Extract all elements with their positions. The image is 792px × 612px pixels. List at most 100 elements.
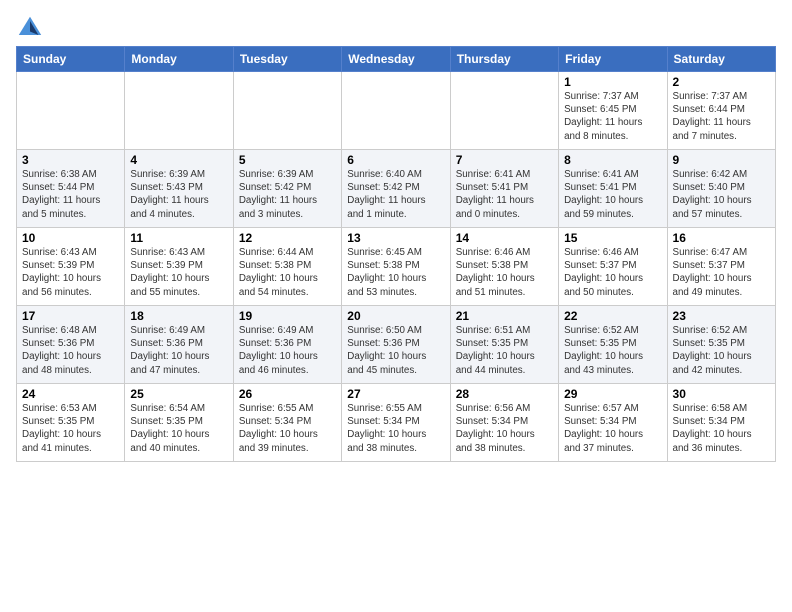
day-number-20: 20 bbox=[347, 309, 444, 323]
day-info-8: Sunrise: 6:41 AM Sunset: 5:41 PM Dayligh… bbox=[564, 168, 661, 221]
day-cell-27: 27Sunrise: 6:55 AM Sunset: 5:34 PM Dayli… bbox=[342, 384, 450, 462]
week-row-2: 3Sunrise: 6:38 AM Sunset: 5:44 PM Daylig… bbox=[17, 150, 776, 228]
day-info-4: Sunrise: 6:39 AM Sunset: 5:43 PM Dayligh… bbox=[130, 168, 227, 221]
day-info-5: Sunrise: 6:39 AM Sunset: 5:42 PM Dayligh… bbox=[239, 168, 336, 221]
day-info-24: Sunrise: 6:53 AM Sunset: 5:35 PM Dayligh… bbox=[22, 402, 119, 455]
week-row-4: 17Sunrise: 6:48 AM Sunset: 5:36 PM Dayli… bbox=[17, 306, 776, 384]
day-number-9: 9 bbox=[673, 153, 770, 167]
day-number-30: 30 bbox=[673, 387, 770, 401]
day-cell-20: 20Sunrise: 6:50 AM Sunset: 5:36 PM Dayli… bbox=[342, 306, 450, 384]
day-info-15: Sunrise: 6:46 AM Sunset: 5:37 PM Dayligh… bbox=[564, 246, 661, 299]
day-cell-18: 18Sunrise: 6:49 AM Sunset: 5:36 PM Dayli… bbox=[125, 306, 233, 384]
day-cell-21: 21Sunrise: 6:51 AM Sunset: 5:35 PM Dayli… bbox=[450, 306, 558, 384]
day-cell-16: 16Sunrise: 6:47 AM Sunset: 5:37 PM Dayli… bbox=[667, 228, 775, 306]
weekday-header-tuesday: Tuesday bbox=[233, 47, 341, 72]
day-cell-30: 30Sunrise: 6:58 AM Sunset: 5:34 PM Dayli… bbox=[667, 384, 775, 462]
day-cell-2: 2Sunrise: 7:37 AM Sunset: 6:44 PM Daylig… bbox=[667, 72, 775, 150]
day-cell-29: 29Sunrise: 6:57 AM Sunset: 5:34 PM Dayli… bbox=[559, 384, 667, 462]
day-number-6: 6 bbox=[347, 153, 444, 167]
day-cell-13: 13Sunrise: 6:45 AM Sunset: 5:38 PM Dayli… bbox=[342, 228, 450, 306]
day-cell-6: 6Sunrise: 6:40 AM Sunset: 5:42 PM Daylig… bbox=[342, 150, 450, 228]
day-info-21: Sunrise: 6:51 AM Sunset: 5:35 PM Dayligh… bbox=[456, 324, 553, 377]
day-cell-15: 15Sunrise: 6:46 AM Sunset: 5:37 PM Dayli… bbox=[559, 228, 667, 306]
day-cell-10: 10Sunrise: 6:43 AM Sunset: 5:39 PM Dayli… bbox=[17, 228, 125, 306]
day-cell-9: 9Sunrise: 6:42 AM Sunset: 5:40 PM Daylig… bbox=[667, 150, 775, 228]
weekday-header-wednesday: Wednesday bbox=[342, 47, 450, 72]
day-number-26: 26 bbox=[239, 387, 336, 401]
weekday-header-monday: Monday bbox=[125, 47, 233, 72]
day-cell-12: 12Sunrise: 6:44 AM Sunset: 5:38 PM Dayli… bbox=[233, 228, 341, 306]
day-info-16: Sunrise: 6:47 AM Sunset: 5:37 PM Dayligh… bbox=[673, 246, 770, 299]
day-number-5: 5 bbox=[239, 153, 336, 167]
day-info-28: Sunrise: 6:56 AM Sunset: 5:34 PM Dayligh… bbox=[456, 402, 553, 455]
weekday-header-thursday: Thursday bbox=[450, 47, 558, 72]
day-number-17: 17 bbox=[22, 309, 119, 323]
day-cell-24: 24Sunrise: 6:53 AM Sunset: 5:35 PM Dayli… bbox=[17, 384, 125, 462]
day-info-1: Sunrise: 7:37 AM Sunset: 6:45 PM Dayligh… bbox=[564, 90, 661, 143]
calendar: SundayMondayTuesdayWednesdayThursdayFrid… bbox=[16, 46, 776, 462]
day-info-30: Sunrise: 6:58 AM Sunset: 5:34 PM Dayligh… bbox=[673, 402, 770, 455]
day-info-29: Sunrise: 6:57 AM Sunset: 5:34 PM Dayligh… bbox=[564, 402, 661, 455]
day-number-16: 16 bbox=[673, 231, 770, 245]
day-info-10: Sunrise: 6:43 AM Sunset: 5:39 PM Dayligh… bbox=[22, 246, 119, 299]
day-info-27: Sunrise: 6:55 AM Sunset: 5:34 PM Dayligh… bbox=[347, 402, 444, 455]
day-cell-8: 8Sunrise: 6:41 AM Sunset: 5:41 PM Daylig… bbox=[559, 150, 667, 228]
weekday-header-row: SundayMondayTuesdayWednesdayThursdayFrid… bbox=[17, 47, 776, 72]
empty-cell bbox=[342, 72, 450, 150]
day-cell-5: 5Sunrise: 6:39 AM Sunset: 5:42 PM Daylig… bbox=[233, 150, 341, 228]
day-number-28: 28 bbox=[456, 387, 553, 401]
day-number-24: 24 bbox=[22, 387, 119, 401]
day-number-4: 4 bbox=[130, 153, 227, 167]
day-cell-4: 4Sunrise: 6:39 AM Sunset: 5:43 PM Daylig… bbox=[125, 150, 233, 228]
weekday-header-saturday: Saturday bbox=[667, 47, 775, 72]
day-info-12: Sunrise: 6:44 AM Sunset: 5:38 PM Dayligh… bbox=[239, 246, 336, 299]
day-number-3: 3 bbox=[22, 153, 119, 167]
day-number-29: 29 bbox=[564, 387, 661, 401]
day-number-19: 19 bbox=[239, 309, 336, 323]
weekday-header-friday: Friday bbox=[559, 47, 667, 72]
day-info-2: Sunrise: 7:37 AM Sunset: 6:44 PM Dayligh… bbox=[673, 90, 770, 143]
day-cell-17: 17Sunrise: 6:48 AM Sunset: 5:36 PM Dayli… bbox=[17, 306, 125, 384]
day-cell-19: 19Sunrise: 6:49 AM Sunset: 5:36 PM Dayli… bbox=[233, 306, 341, 384]
day-number-7: 7 bbox=[456, 153, 553, 167]
day-info-18: Sunrise: 6:49 AM Sunset: 5:36 PM Dayligh… bbox=[130, 324, 227, 377]
day-number-1: 1 bbox=[564, 75, 661, 89]
day-info-17: Sunrise: 6:48 AM Sunset: 5:36 PM Dayligh… bbox=[22, 324, 119, 377]
weekday-header-sunday: Sunday bbox=[17, 47, 125, 72]
day-cell-1: 1Sunrise: 7:37 AM Sunset: 6:45 PM Daylig… bbox=[559, 72, 667, 150]
day-cell-28: 28Sunrise: 6:56 AM Sunset: 5:34 PM Dayli… bbox=[450, 384, 558, 462]
day-info-19: Sunrise: 6:49 AM Sunset: 5:36 PM Dayligh… bbox=[239, 324, 336, 377]
day-cell-3: 3Sunrise: 6:38 AM Sunset: 5:44 PM Daylig… bbox=[17, 150, 125, 228]
week-row-3: 10Sunrise: 6:43 AM Sunset: 5:39 PM Dayli… bbox=[17, 228, 776, 306]
header bbox=[16, 10, 776, 42]
day-info-6: Sunrise: 6:40 AM Sunset: 5:42 PM Dayligh… bbox=[347, 168, 444, 221]
day-info-13: Sunrise: 6:45 AM Sunset: 5:38 PM Dayligh… bbox=[347, 246, 444, 299]
week-row-5: 24Sunrise: 6:53 AM Sunset: 5:35 PM Dayli… bbox=[17, 384, 776, 462]
day-info-23: Sunrise: 6:52 AM Sunset: 5:35 PM Dayligh… bbox=[673, 324, 770, 377]
day-number-13: 13 bbox=[347, 231, 444, 245]
day-number-8: 8 bbox=[564, 153, 661, 167]
empty-cell bbox=[233, 72, 341, 150]
day-number-22: 22 bbox=[564, 309, 661, 323]
empty-cell bbox=[450, 72, 558, 150]
day-number-14: 14 bbox=[456, 231, 553, 245]
week-row-1: 1Sunrise: 7:37 AM Sunset: 6:45 PM Daylig… bbox=[17, 72, 776, 150]
day-cell-25: 25Sunrise: 6:54 AM Sunset: 5:35 PM Dayli… bbox=[125, 384, 233, 462]
day-number-25: 25 bbox=[130, 387, 227, 401]
page: SundayMondayTuesdayWednesdayThursdayFrid… bbox=[0, 0, 792, 470]
empty-cell bbox=[17, 72, 125, 150]
day-number-23: 23 bbox=[673, 309, 770, 323]
day-number-12: 12 bbox=[239, 231, 336, 245]
logo bbox=[16, 14, 48, 42]
day-info-11: Sunrise: 6:43 AM Sunset: 5:39 PM Dayligh… bbox=[130, 246, 227, 299]
day-number-11: 11 bbox=[130, 231, 227, 245]
day-info-3: Sunrise: 6:38 AM Sunset: 5:44 PM Dayligh… bbox=[22, 168, 119, 221]
day-info-7: Sunrise: 6:41 AM Sunset: 5:41 PM Dayligh… bbox=[456, 168, 553, 221]
day-info-9: Sunrise: 6:42 AM Sunset: 5:40 PM Dayligh… bbox=[673, 168, 770, 221]
day-cell-7: 7Sunrise: 6:41 AM Sunset: 5:41 PM Daylig… bbox=[450, 150, 558, 228]
empty-cell bbox=[125, 72, 233, 150]
day-number-18: 18 bbox=[130, 309, 227, 323]
day-cell-22: 22Sunrise: 6:52 AM Sunset: 5:35 PM Dayli… bbox=[559, 306, 667, 384]
day-info-20: Sunrise: 6:50 AM Sunset: 5:36 PM Dayligh… bbox=[347, 324, 444, 377]
day-number-27: 27 bbox=[347, 387, 444, 401]
